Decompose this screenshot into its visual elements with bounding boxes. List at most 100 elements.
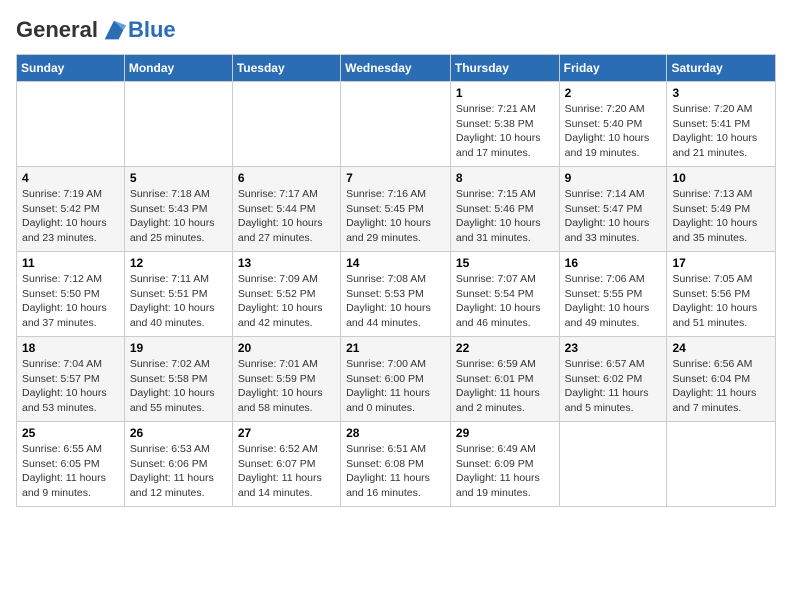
day-info: Sunrise: 7:06 AMSunset: 5:55 PMDaylight:… (565, 272, 662, 331)
day-info: Sunrise: 6:52 AMSunset: 6:07 PMDaylight:… (238, 442, 335, 501)
weekday-header-friday: Friday (559, 55, 667, 82)
calendar-cell: 3Sunrise: 7:20 AMSunset: 5:41 PMDaylight… (667, 82, 776, 167)
calendar-cell: 9 Sunrise: 7:14 AMSunset: 5:47 PMDaylight… (559, 167, 667, 252)
day-number: 27 (238, 426, 335, 440)
calendar-cell (232, 82, 340, 167)
day-info: Sunrise: 7:04 AMSunset: 5:57 PMDaylight:… (22, 357, 119, 416)
calendar-cell (17, 82, 125, 167)
calendar-table: SundayMondayTuesdayWednesdayThursdayFrid… (16, 54, 776, 507)
day-number: 18 (22, 341, 119, 355)
day-info: Sunrise: 6:56 AMSunset: 6:04 PMDaylight:… (672, 357, 770, 416)
day-number: 13 (238, 256, 335, 270)
day-number: 1 (456, 86, 554, 100)
calendar-cell: 26 Sunrise: 6:53 AMSunset: 6:06 PMDayligh… (124, 422, 232, 507)
day-number: 15 (456, 256, 554, 270)
weekday-header-monday: Monday (124, 55, 232, 82)
day-info: Sunrise: 6:53 AMSunset: 6:06 PMDaylight:… (130, 442, 227, 501)
day-info: Sunrise: 7:13 AMSunset: 5:49 PMDaylight:… (672, 187, 770, 246)
day-info: Sunrise: 7:05 AMSunset: 5:56 PMDaylight:… (672, 272, 770, 331)
day-info: Sunrise: 6:49 AMSunset: 6:09 PMDaylight:… (456, 442, 554, 501)
weekday-header-thursday: Thursday (450, 55, 559, 82)
day-info: Sunrise: 7:01 AMSunset: 5:59 PMDaylight:… (238, 357, 335, 416)
day-number: 20 (238, 341, 335, 355)
page-header: General Blue (16, 16, 776, 44)
day-info: Sunrise: 7:08 AMSunset: 5:53 PMDaylight:… (346, 272, 445, 331)
day-info: Sunrise: 6:55 AMSunset: 6:05 PMDaylight:… (22, 442, 119, 501)
logo-general-text: General (16, 17, 98, 43)
calendar-cell: 11 Sunrise: 7:12 AMSunset: 5:50 PMDayligh… (17, 252, 125, 337)
day-info: Sunrise: 7:12 AMSunset: 5:50 PMDaylight:… (22, 272, 119, 331)
day-number: 17 (672, 256, 770, 270)
day-number: 19 (130, 341, 227, 355)
calendar-cell: 13 Sunrise: 7:09 AMSunset: 5:52 PMDayligh… (232, 252, 340, 337)
day-info: Sunrise: 7:18 AMSunset: 5:43 PMDaylight:… (130, 187, 227, 246)
calendar-week-row: 25 Sunrise: 6:55 AMSunset: 6:05 PMDayligh… (17, 422, 776, 507)
calendar-cell: 24 Sunrise: 6:56 AMSunset: 6:04 PMDayligh… (667, 337, 776, 422)
calendar-cell: 1Sunrise: 7:21 AMSunset: 5:38 PMDaylight… (450, 82, 559, 167)
calendar-cell: 20 Sunrise: 7:01 AMSunset: 5:59 PMDayligh… (232, 337, 340, 422)
calendar-cell: 17 Sunrise: 7:05 AMSunset: 5:56 PMDayligh… (667, 252, 776, 337)
day-number: 4 (22, 171, 119, 185)
day-number: 6 (238, 171, 335, 185)
calendar-cell: 5 Sunrise: 7:18 AMSunset: 5:43 PMDaylight… (124, 167, 232, 252)
calendar-cell: 12 Sunrise: 7:11 AMSunset: 5:51 PMDayligh… (124, 252, 232, 337)
calendar-cell: 4 Sunrise: 7:19 AMSunset: 5:42 PMDaylight… (17, 167, 125, 252)
day-info: Sunrise: 7:20 AMSunset: 5:40 PMDaylight:… (565, 102, 662, 161)
day-number: 3 (672, 86, 770, 100)
calendar-cell (341, 82, 451, 167)
day-info: Sunrise: 7:11 AMSunset: 5:51 PMDaylight:… (130, 272, 227, 331)
calendar-week-row: 4 Sunrise: 7:19 AMSunset: 5:42 PMDaylight… (17, 167, 776, 252)
logo: General Blue (16, 16, 176, 44)
day-number: 12 (130, 256, 227, 270)
weekday-header-tuesday: Tuesday (232, 55, 340, 82)
day-info: Sunrise: 7:14 AMSunset: 5:47 PMDaylight:… (565, 187, 662, 246)
calendar-cell: 7Sunrise: 7:16 AMSunset: 5:45 PMDaylight… (341, 167, 451, 252)
day-number: 25 (22, 426, 119, 440)
day-info: Sunrise: 7:19 AMSunset: 5:42 PMDaylight:… (22, 187, 119, 246)
calendar-cell: 14 Sunrise: 7:08 AMSunset: 5:53 PMDayligh… (341, 252, 451, 337)
calendar-cell (124, 82, 232, 167)
day-info: Sunrise: 6:59 AMSunset: 6:01 PMDaylight:… (456, 357, 554, 416)
logo-icon (100, 16, 128, 44)
calendar-cell (559, 422, 667, 507)
day-info: Sunrise: 6:57 AMSunset: 6:02 PMDaylight:… (565, 357, 662, 416)
calendar-cell: 16 Sunrise: 7:06 AMSunset: 5:55 PMDayligh… (559, 252, 667, 337)
calendar-cell: 27 Sunrise: 6:52 AMSunset: 6:07 PMDayligh… (232, 422, 340, 507)
day-number: 16 (565, 256, 662, 270)
day-number: 9 (565, 171, 662, 185)
calendar-cell: 29Sunrise: 6:49 AMSunset: 6:09 PMDayligh… (450, 422, 559, 507)
calendar-cell: 25 Sunrise: 6:55 AMSunset: 6:05 PMDayligh… (17, 422, 125, 507)
calendar-cell: 8Sunrise: 7:15 AMSunset: 5:46 PMDaylight… (450, 167, 559, 252)
day-number: 22 (456, 341, 554, 355)
day-info: Sunrise: 7:15 AMSunset: 5:46 PMDaylight:… (456, 187, 554, 246)
calendar-cell: 19 Sunrise: 7:02 AMSunset: 5:58 PMDayligh… (124, 337, 232, 422)
day-number: 24 (672, 341, 770, 355)
weekday-header-row: SundayMondayTuesdayWednesdayThursdayFrid… (17, 55, 776, 82)
calendar-week-row: 11 Sunrise: 7:12 AMSunset: 5:50 PMDayligh… (17, 252, 776, 337)
calendar-cell: 2 Sunrise: 7:20 AMSunset: 5:40 PMDaylight… (559, 82, 667, 167)
day-number: 7 (346, 171, 445, 185)
calendar-cell: 23 Sunrise: 6:57 AMSunset: 6:02 PMDayligh… (559, 337, 667, 422)
calendar-week-row: 18 Sunrise: 7:04 AMSunset: 5:57 PMDayligh… (17, 337, 776, 422)
calendar-cell (667, 422, 776, 507)
day-number: 11 (22, 256, 119, 270)
day-number: 2 (565, 86, 662, 100)
day-number: 26 (130, 426, 227, 440)
calendar-cell: 15 Sunrise: 7:07 AMSunset: 5:54 PMDayligh… (450, 252, 559, 337)
day-info: Sunrise: 7:09 AMSunset: 5:52 PMDaylight:… (238, 272, 335, 331)
day-number: 5 (130, 171, 227, 185)
calendar-week-row: 1Sunrise: 7:21 AMSunset: 5:38 PMDaylight… (17, 82, 776, 167)
day-number: 21 (346, 341, 445, 355)
day-number: 10 (672, 171, 770, 185)
weekday-header-saturday: Saturday (667, 55, 776, 82)
day-info: Sunrise: 7:17 AMSunset: 5:44 PMDaylight:… (238, 187, 335, 246)
calendar-cell: 6 Sunrise: 7:17 AMSunset: 5:44 PMDaylight… (232, 167, 340, 252)
calendar-cell: 21 Sunrise: 7:00 AMSunset: 6:00 PMDayligh… (341, 337, 451, 422)
day-number: 14 (346, 256, 445, 270)
calendar-cell: 28Sunrise: 6:51 AMSunset: 6:08 PMDayligh… (341, 422, 451, 507)
day-info: Sunrise: 7:00 AMSunset: 6:00 PMDaylight:… (346, 357, 445, 416)
calendar-cell: 18 Sunrise: 7:04 AMSunset: 5:57 PMDayligh… (17, 337, 125, 422)
day-info: Sunrise: 7:02 AMSunset: 5:58 PMDaylight:… (130, 357, 227, 416)
day-info: Sunrise: 7:07 AMSunset: 5:54 PMDaylight:… (456, 272, 554, 331)
day-number: 23 (565, 341, 662, 355)
